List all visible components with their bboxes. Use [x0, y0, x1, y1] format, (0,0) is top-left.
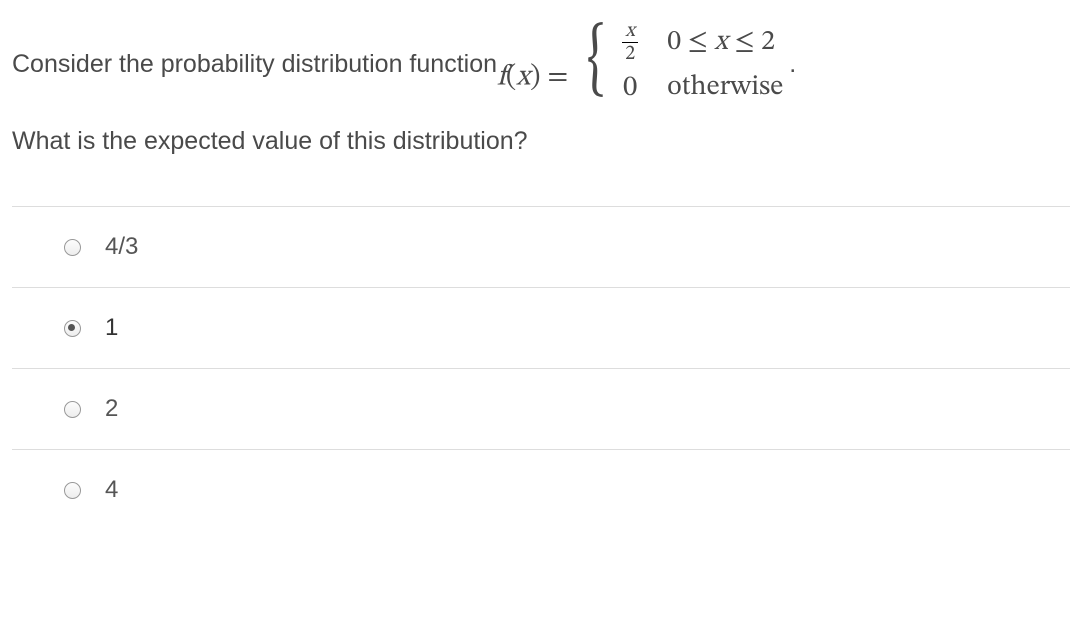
option-label: 4 — [105, 476, 118, 504]
func-f: f — [497, 63, 506, 92]
math-expression: f(x) = { x 2 0 ≤ x ≤ 2 0 — [497, 20, 783, 109]
func-x: x — [516, 63, 530, 92]
case2-value: 0 — [615, 66, 645, 110]
question-intro: Consider the probability distribution fu… — [12, 46, 497, 84]
option-label: 1 — [105, 314, 118, 342]
radio-icon[interactable] — [64, 320, 81, 337]
case-row-1: x 2 0 ≤ x ≤ 2 — [615, 20, 783, 64]
fraction-x-over-2: x 2 — [622, 21, 638, 64]
option-0[interactable]: 4/3 — [12, 206, 1070, 287]
case-row-2: 0 otherwise — [615, 66, 783, 110]
case1-condition: 0 ≤ x ≤ 2 — [667, 21, 775, 63]
option-1[interactable]: 1 — [12, 287, 1070, 368]
numerator: x — [622, 21, 638, 42]
denominator: 2 — [622, 42, 638, 64]
sentence-period: . — [789, 46, 796, 84]
equals: = — [541, 63, 576, 92]
option-label: 2 — [105, 395, 118, 423]
radio-icon[interactable] — [64, 401, 81, 418]
left-brace-icon: { — [587, 33, 605, 89]
case2-condition: otherwise — [667, 66, 783, 108]
option-label: 4/3 — [105, 233, 138, 261]
option-2[interactable]: 2 — [12, 368, 1070, 449]
option-3[interactable]: 4 — [12, 449, 1070, 530]
radio-icon[interactable] — [64, 482, 81, 499]
piecewise-function: { x 2 0 ≤ x ≤ 2 0 otherwise — [583, 20, 783, 109]
answer-options: 4/3 1 2 4 — [12, 206, 1070, 530]
question-followup: What is the expected value of this distr… — [12, 127, 1070, 156]
question-stem: Consider the probability distribution fu… — [12, 20, 1070, 109]
radio-icon[interactable] — [64, 239, 81, 256]
